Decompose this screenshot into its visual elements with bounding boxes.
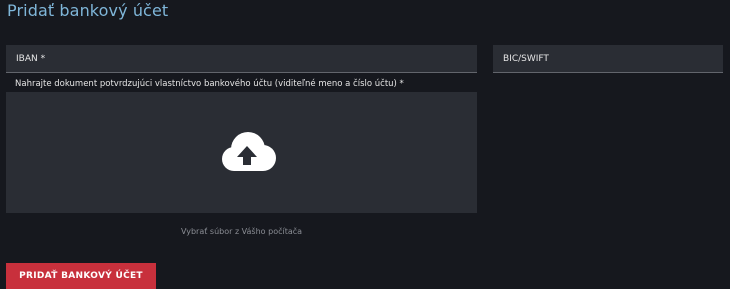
- iban-input[interactable]: [6, 45, 477, 72]
- select-file-hint[interactable]: Vybrať súbor z Vášho počítača: [6, 227, 477, 236]
- bic-swift-field-container: [493, 45, 723, 73]
- cloud-upload-icon: [222, 132, 276, 171]
- page-title: Pridať bankový účet: [7, 1, 169, 20]
- file-upload-dropzone[interactable]: [6, 92, 477, 213]
- bic-swift-input[interactable]: [493, 45, 723, 72]
- iban-field-container: [6, 45, 477, 73]
- upload-document-label: Nahrajte dokument potvrdzujúci vlastníct…: [15, 79, 404, 89]
- add-bank-account-button[interactable]: PRIDAŤ BANKOVÝ ÚČET: [6, 263, 156, 289]
